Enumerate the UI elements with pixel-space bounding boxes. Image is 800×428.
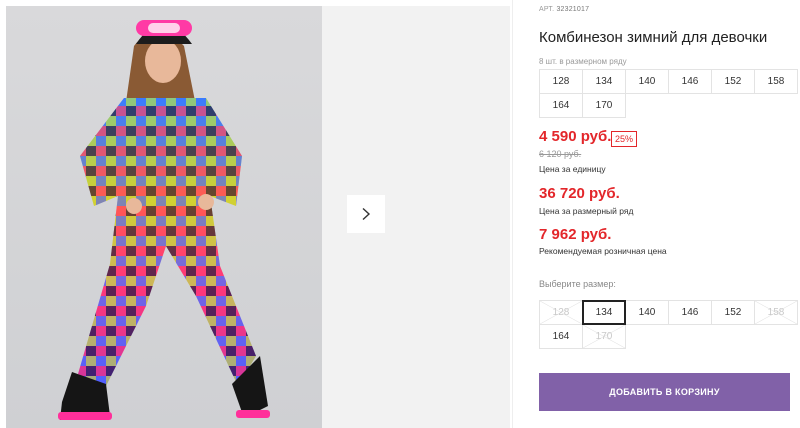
size-range-cell: 128 (539, 69, 583, 94)
old-price: 6 120 руб. (539, 149, 582, 159)
size-range-cell: 140 (625, 69, 669, 94)
add-to-cart-button[interactable]: ДОБАВИТЬ В КОРЗИНУ (539, 373, 790, 411)
product-title: Комбинезон зимний для девочки (539, 29, 768, 46)
size-range-cell: 152 (711, 69, 755, 94)
retail-price: 7 962 руб. (539, 226, 612, 243)
size-option[interactable]: 164 (539, 324, 583, 349)
gallery-next-button[interactable] (347, 195, 385, 233)
unit-price: 4 590 руб. (539, 128, 612, 145)
sku-label: АРТ. (539, 6, 555, 13)
product-photo-illustration (58, 20, 270, 420)
product-gallery (0, 0, 512, 428)
column-divider (512, 0, 513, 428)
size-option-selected[interactable]: 134 (582, 300, 626, 325)
size-picker-label: Выберите размер: (539, 279, 616, 289)
size-option[interactable]: 146 (668, 300, 712, 325)
sku-value: 32321017 (556, 6, 590, 13)
size-picker: 128 134 140 146 152 158 164 170 (539, 300, 798, 349)
size-option[interactable]: 152 (711, 300, 755, 325)
size-option-disabled: 158 (754, 300, 798, 325)
sku: АРТ. 32321017 (539, 6, 589, 13)
size-range-cell: 164 (539, 93, 583, 118)
size-range-cell: 134 (582, 69, 626, 94)
size-option-disabled: 128 (539, 300, 583, 325)
discount-badge: 25% (611, 131, 638, 147)
size-option[interactable]: 140 (625, 300, 669, 325)
range-price: 36 720 руб. (539, 185, 620, 202)
unit-price-caption: Цена за единицу (539, 164, 606, 174)
size-range-cell: 170 (582, 93, 626, 118)
product-page: АРТ. 32321017 Комбинезон зимний для дево… (0, 0, 800, 428)
product-photo (6, 6, 322, 428)
size-option-disabled: 170 (582, 324, 626, 349)
size-range-cell: 146 (668, 69, 712, 94)
size-range-count: 8 шт. в размерном ряду (539, 57, 627, 66)
range-price-caption: Цена за размерный ряд (539, 206, 634, 216)
retail-price-caption: Рекомендуемая розничная цена (539, 246, 667, 256)
chevron-right-icon (362, 207, 371, 221)
size-range-cell: 158 (754, 69, 798, 94)
size-range-grid: 128 134 140 146 152 158 164 170 (539, 69, 798, 118)
